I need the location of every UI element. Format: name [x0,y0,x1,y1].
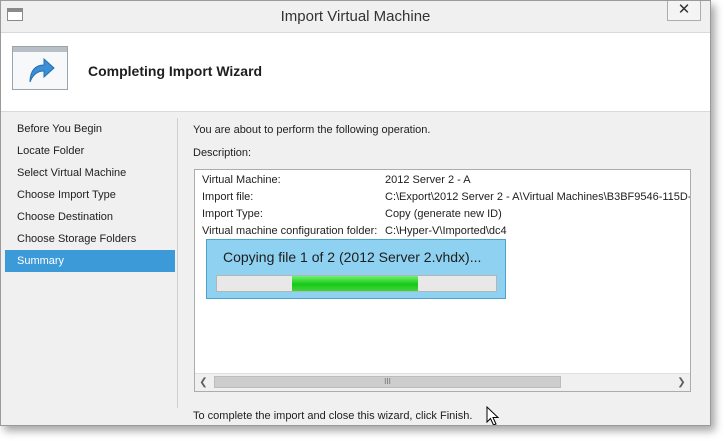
scrollbar-thumb[interactable]: III [214,376,561,388]
nav-step-before-you-begin[interactable]: Before You Begin [5,118,175,140]
row-value: C:\Export\2012 Server 2 - A\Virtual Mach… [385,191,691,203]
window-title: Import Virtual Machine [280,8,431,25]
row-value: 2012 Server 2 - A [385,174,471,186]
nav-divider [177,118,178,408]
title-bar: Import Virtual Machine ✕ [1,1,710,32]
progress-fill [292,276,418,291]
row-value: Copy (generate new ID) [385,208,502,220]
row-key: Virtual Machine: [202,174,281,186]
wizard-header: Completing Import Wizard [1,32,710,112]
nav-step-select-virtual-machine[interactable]: Select Virtual Machine [5,162,175,184]
intro-text: You are about to perform the following o… [193,124,431,136]
scroll-right-icon[interactable]: ❯ [673,374,690,391]
wizard-steps-nav: Before You Begin Locate Folder Select Virt… [5,118,175,272]
scroll-left-icon[interactable]: ❮ [195,374,212,391]
import-wizard-window: Import Virtual Machine ✕ Completing Impo… [0,0,711,426]
import-arrow-icon [12,46,68,90]
row-value: C:\Hyper-V\Imported\dc4 [385,225,507,237]
row-key: Virtual machine configuration folder: [202,225,378,237]
nav-step-choose-import-type[interactable]: Choose Import Type [5,184,175,206]
nav-step-choose-storage-folders[interactable]: Choose Storage Folders [5,228,175,250]
row-key: Import Type: [202,208,263,220]
nav-step-locate-folder[interactable]: Locate Folder [5,140,175,162]
description-label: Description: [193,147,252,159]
nav-step-choose-destination[interactable]: Choose Destination [5,206,175,228]
nav-step-summary[interactable]: Summary [5,250,175,272]
close-button[interactable]: ✕ [667,1,701,21]
progress-text: Copying file 1 of 2 (2012 Server 2.vhdx)… [223,249,482,265]
horizontal-scrollbar[interactable]: ❮ III ❯ [195,373,690,391]
copy-progress-popup: Copying file 1 of 2 (2012 Server 2.vhdx)… [206,239,506,299]
progress-bar [216,275,497,292]
mouse-cursor-icon [486,406,500,425]
row-key: Import file: [202,191,254,203]
page-title: Completing Import Wizard [88,63,263,79]
finish-instructions: To complete the import and close this wi… [193,410,473,422]
